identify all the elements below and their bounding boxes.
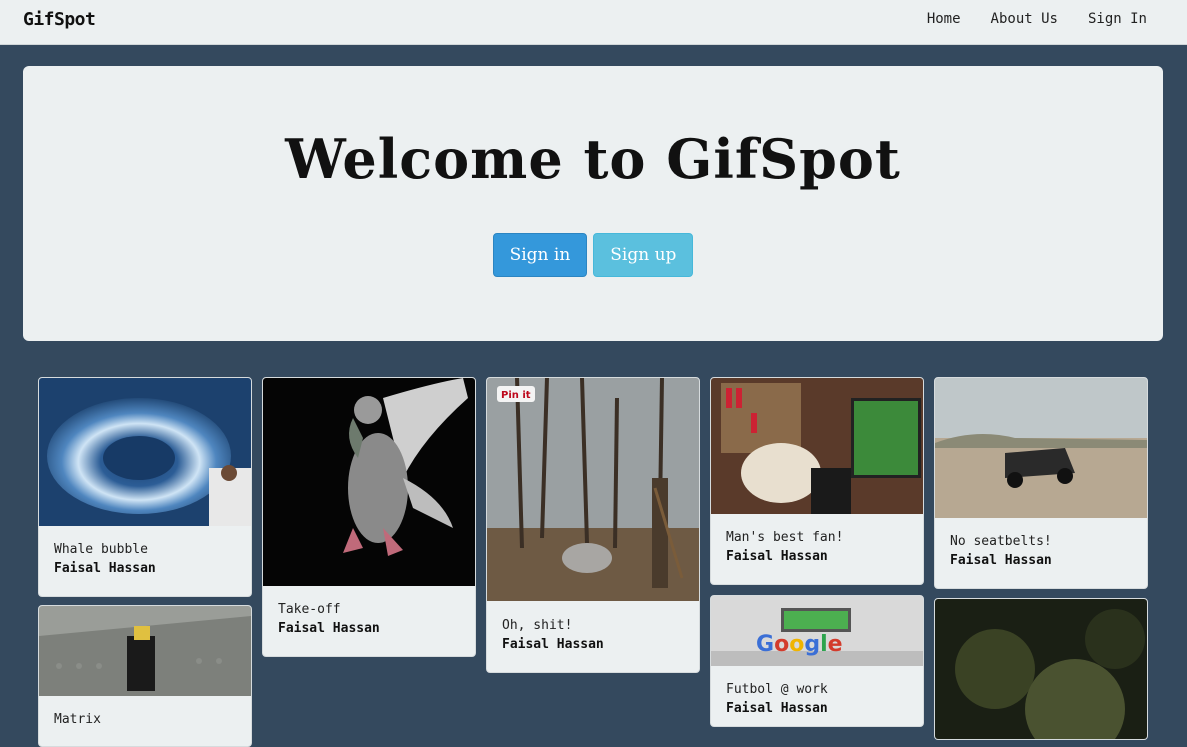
- pigeon-gif: [263, 378, 475, 586]
- card-title: Take-off: [278, 602, 341, 617]
- tree-ladder-gif: Pin it: [487, 378, 699, 601]
- hero-jumbotron: Welcome to GifSpot Sign in Sign up: [23, 66, 1163, 341]
- gif-card[interactable]: Google Futbol @ work Faisal Hassan: [710, 595, 924, 727]
- gif-card[interactable]: Pin it Oh, shit! Faisal Hassan: [486, 377, 700, 673]
- nav-about-link[interactable]: About Us: [991, 11, 1058, 27]
- card-author: Faisal Hassan: [278, 621, 380, 636]
- card-title: Man's best fan!: [726, 530, 844, 545]
- signin-button[interactable]: Sign in: [492, 233, 588, 277]
- gif-card[interactable]: No seatbelts! Faisal Hassan: [934, 377, 1148, 589]
- dog-tv-gif: [711, 378, 923, 514]
- gif-card[interactable]: Take-off Faisal Hassan: [262, 377, 476, 657]
- dark-foliage-gif: [935, 599, 1147, 739]
- card-title: Futbol @ work: [726, 682, 828, 697]
- brand-logo[interactable]: GifSpot: [23, 9, 96, 30]
- gif-card[interactable]: Whale bubble Faisal Hassan: [38, 377, 252, 597]
- gif-card[interactable]: Matrix: [38, 605, 252, 747]
- card-author: Faisal Hassan: [726, 701, 828, 716]
- card-author: Faisal Hassan: [950, 553, 1052, 568]
- card-author: Faisal Hassan: [726, 549, 828, 564]
- lego-matrix-gif: [39, 606, 251, 696]
- signup-button[interactable]: Sign up: [593, 233, 694, 277]
- gif-card[interactable]: Man's best fan! Faisal Hassan: [710, 377, 924, 585]
- nav-links: Home About Us Sign In: [927, 11, 1147, 27]
- whale-bubble-gif: [39, 378, 251, 526]
- google-logo: Google: [756, 632, 843, 657]
- card-title: Matrix: [54, 712, 101, 727]
- card-author: Faisal Hassan: [502, 637, 604, 652]
- nav-signin-link[interactable]: Sign In: [1088, 11, 1147, 27]
- card-author: Faisal Hassan: [54, 561, 156, 576]
- navbar: GifSpot Home About Us Sign In: [0, 0, 1187, 45]
- hero-buttons: Sign in Sign up: [23, 233, 1163, 277]
- google-doodle-gif: Google: [711, 596, 923, 666]
- nav-home-link[interactable]: Home: [927, 11, 961, 27]
- card-title: Whale bubble: [54, 542, 148, 557]
- car-gif: [935, 378, 1147, 518]
- card-title: No seatbelts!: [950, 534, 1052, 549]
- gif-card[interactable]: [934, 598, 1148, 740]
- card-title: Oh, shit!: [502, 618, 573, 633]
- hero-title: Welcome to GifSpot: [285, 127, 901, 191]
- pinit-badge: Pin it: [501, 390, 531, 401]
